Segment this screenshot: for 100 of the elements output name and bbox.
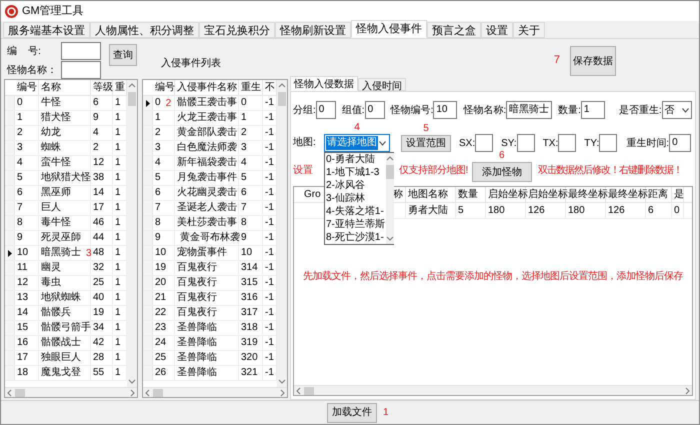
scroll-left-icon[interactable]: [144, 388, 152, 396]
dropdown-option[interactable]: 7-亚特兰蒂斯: [325, 218, 386, 231]
table-cell: 9: [93, 111, 99, 125]
scroll-left-icon[interactable]: [295, 386, 303, 394]
dropdown-option[interactable]: 8-死亡沙漠1-: [325, 231, 386, 244]
horizontal-scrollbar[interactable]: [5, 387, 137, 397]
dropdown-option[interactable]: 0-勇者大陆: [325, 153, 386, 166]
table-cell: -1: [265, 351, 274, 365]
dropdown-option[interactable]: 4-失落之塔1-: [325, 205, 386, 218]
scrollbar-thumb[interactable]: [278, 92, 286, 106]
table-cell: 4: [241, 156, 247, 170]
dropdown-option[interactable]: 3-仙踪林: [325, 192, 386, 205]
scroll-up-icon[interactable]: [386, 155, 394, 163]
scrollbar-thumb[interactable]: [386, 165, 394, 179]
scroll-up-icon[interactable]: [128, 82, 136, 90]
add-monster-button[interactable]: 添加怪物: [472, 162, 532, 182]
table-cell: 24: [155, 336, 166, 350]
input-field[interactable]: [475, 134, 494, 152]
table-cell: 12: [17, 276, 28, 290]
input-field[interactable]: 0: [669, 134, 692, 152]
table-cell: -1: [265, 96, 274, 110]
table-cell: 11: [17, 261, 28, 275]
row-header[interactable]: [5, 246, 15, 260]
save-button[interactable]: 保存数据: [570, 46, 616, 76]
column-header: 称: [393, 188, 403, 202]
annotation-number: 7: [554, 53, 560, 68]
table-cell: 32: [93, 261, 104, 275]
column-header: 地图名称: [408, 188, 448, 202]
table-cell: 6: [93, 96, 99, 110]
dropdown-option[interactable]: 1-地下城1-3: [325, 166, 386, 179]
table-cell-text: 6: [648, 204, 654, 218]
table-cell: 1: [115, 186, 121, 200]
set-range-button[interactable]: 设置范围: [401, 135, 451, 152]
scroll-right-icon[interactable]: [683, 386, 691, 394]
scroll-right-icon[interactable]: [128, 388, 136, 396]
input-field[interactable]: 0: [316, 101, 336, 119]
input-field[interactable]: 0: [364, 101, 385, 119]
table-cell: 26: [155, 366, 166, 380]
column-header: 编号: [153, 80, 175, 95]
table-cell: 316: [241, 291, 258, 305]
scroll-right-icon[interactable]: [278, 388, 286, 396]
map-select[interactable]: 请选择地图: [324, 134, 390, 152]
table-cell: 14: [17, 306, 28, 320]
table-cell: 38: [93, 171, 104, 185]
table-cell: 7: [241, 201, 247, 215]
vertical-scrollbar[interactable]: [277, 80, 287, 387]
scroll-left-icon[interactable]: [6, 388, 14, 396]
horizontal-scrollbar[interactable]: [143, 387, 287, 397]
annotation-number: 6: [499, 150, 505, 162]
table-cell: 9: [17, 231, 23, 245]
table-cell: 蜘蛛: [41, 141, 61, 155]
load-file-button[interactable]: 加载文件: [327, 402, 377, 422]
scrollbar-thumb[interactable]: [153, 388, 163, 396]
table-cell-text: 126: [528, 204, 545, 218]
table-cell: 4: [93, 126, 99, 140]
tab[interactable]: 宝石兑换积分: [199, 22, 275, 38]
tab[interactable]: 怪物入侵数据: [290, 76, 358, 91]
column-header: 编号: [15, 80, 39, 95]
table-cell: 暗黑骑士: [41, 246, 81, 260]
input-field[interactable]: 暗黑骑士: [506, 101, 552, 119]
table-cell: 10: [155, 246, 166, 260]
table-cell-text: 勇者大陆: [408, 204, 448, 218]
table-cell: 3: [155, 141, 161, 155]
query-button[interactable]: 查询: [109, 44, 137, 66]
horizontal-scrollbar[interactable]: [294, 385, 692, 395]
field-label: 重生时间:: [626, 136, 670, 150]
input-field[interactable]: [558, 134, 576, 152]
tab[interactable]: 怪物入侵事件: [351, 20, 427, 38]
respawn-select[interactable]: 否: [662, 101, 692, 119]
chevron-down-icon: [682, 108, 689, 112]
scroll-up-icon[interactable]: [278, 82, 286, 90]
tab[interactable]: 人物属性、积分调整: [90, 22, 199, 38]
tab[interactable]: 怪物刷新设置: [275, 22, 351, 38]
field-label: 组值:: [342, 104, 365, 118]
scroll-down-icon[interactable]: [278, 377, 286, 385]
scrollbar-thumb[interactable]: [128, 92, 136, 106]
vertical-scrollbar[interactable]: [386, 153, 394, 244]
table-cell: 9: [241, 231, 247, 245]
table-cell-text: 0: [674, 204, 680, 218]
name-field[interactable]: [61, 61, 101, 79]
dropdown-option[interactable]: 2-冰风谷: [325, 179, 386, 192]
tab[interactable]: 关于: [513, 22, 545, 38]
vertical-scrollbar[interactable]: [127, 80, 137, 387]
number-field[interactable]: [61, 42, 101, 60]
tab[interactable]: 预言之盒: [427, 22, 481, 38]
scrollbar-thumb[interactable]: [304, 386, 314, 394]
tab[interactable]: 入侵时间: [358, 78, 406, 91]
input-field[interactable]: [516, 134, 535, 152]
tab[interactable]: 服务端基本设置: [3, 22, 90, 38]
scroll-down-icon[interactable]: [128, 377, 136, 385]
input-field[interactable]: 10: [433, 101, 458, 119]
app-icon: [5, 4, 18, 18]
input-field[interactable]: 1: [580, 101, 605, 119]
table-cell: 圣兽降临: [177, 366, 217, 380]
tab[interactable]: 设置: [481, 22, 513, 38]
row-header[interactable]: [143, 96, 153, 110]
table-cell: 317: [241, 306, 258, 320]
scrollbar-thumb[interactable]: [15, 388, 25, 396]
input-field[interactable]: [599, 134, 618, 152]
scroll-down-icon[interactable]: [386, 234, 394, 242]
